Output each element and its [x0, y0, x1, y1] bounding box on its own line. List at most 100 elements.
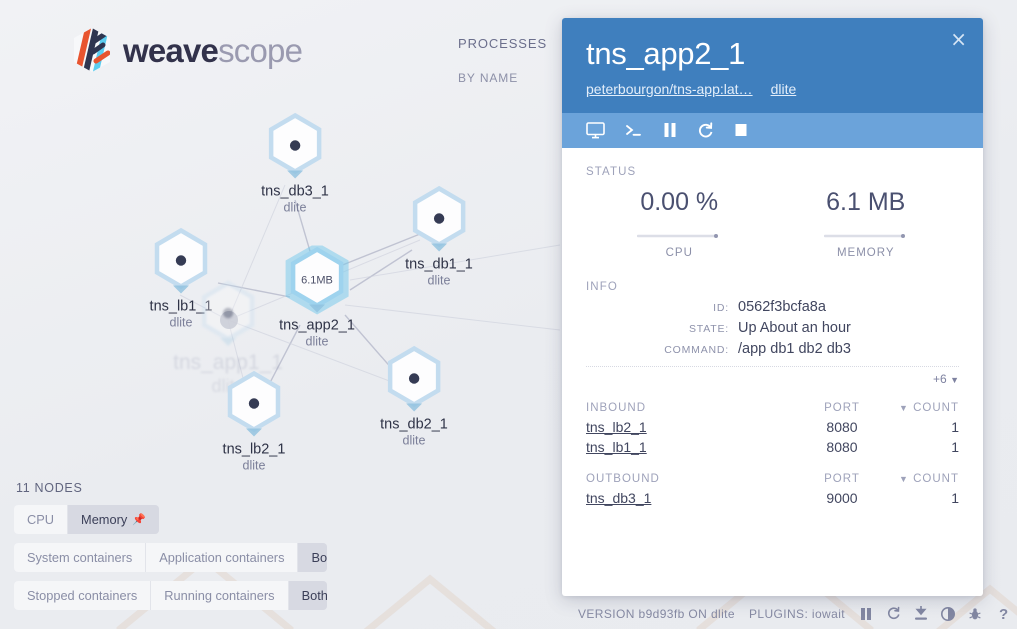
outbound-count-header[interactable]: ▼ COUNT: [881, 473, 959, 485]
bug-icon[interactable]: [968, 607, 982, 621]
inbound-link-1[interactable]: tns_lb1_1: [586, 439, 647, 455]
status-bar: VERSION b9d93fb ON dlite PLUGINS: iowait…: [578, 606, 1009, 621]
inbound-row-port-1: 8080: [826, 438, 858, 455]
version-label: VERSION b9d93fb ON dlite: [577, 606, 735, 621]
node-dot-icon: [433, 212, 445, 224]
help-icon[interactable]: ?: [995, 606, 1009, 621]
panel-link-host[interactable]: dlite: [771, 81, 797, 97]
node-hexagon[interactable]: [196, 279, 260, 349]
refresh-icon[interactable]: [886, 606, 901, 621]
metrics-row: 0.00 % CPU 6.1 MB MEMORY: [586, 188, 959, 259]
pause-icon[interactable]: [663, 122, 677, 138]
metric-button-memory-label: Memory: [81, 512, 128, 527]
graph-node-tns_lb2_1[interactable]: tns_lb2_1 dlite: [222, 370, 286, 473]
pause-icon[interactable]: [859, 607, 873, 621]
inbound-link-0[interactable]: tns_lb2_1: [586, 419, 647, 435]
inbound-row-count-1: 1: [951, 438, 959, 455]
outbound-row-name-0[interactable]: tns_db3_1: [586, 490, 803, 506]
node-sublabel: dlite: [283, 200, 307, 215]
stop-icon[interactable]: [734, 122, 748, 138]
table-row[interactable]: tns_db3_1 9000 1: [586, 488, 959, 508]
sort-caret-icon: ▼: [898, 402, 909, 413]
contrast-icon[interactable]: [941, 606, 955, 621]
inbound-port-header[interactable]: PORT: [803, 402, 881, 414]
metric-cpu-label: CPU: [665, 246, 693, 259]
panel-link-image[interactable]: peterbourgon/tns-app:lat…: [586, 81, 753, 97]
filter-running-containers[interactable]: Running containers: [151, 581, 289, 610]
inbound-table-header: INBOUND PORT ▼ COUNT: [586, 402, 959, 417]
sort-caret-icon: ▼: [898, 473, 909, 484]
app-root: weavescope PROCESSES BY NAME C B B: [0, 0, 1017, 629]
download-icon[interactable]: [914, 606, 928, 621]
pin-icon[interactable]: 📌: [132, 513, 146, 526]
node-details-panel: × tns_app2_1 peterbourgon/tns-app:lat… d…: [562, 18, 983, 596]
panel-header-links: peterbourgon/tns-app:lat… dlite: [586, 81, 959, 97]
filter-stopped-containers[interactable]: Stopped containers: [14, 581, 152, 610]
container-state-filter-group[interactable]: Stopped containers Running containers Bo…: [14, 581, 327, 610]
node-hexagon[interactable]: [263, 112, 327, 182]
metric-memory-value: 6.1 MB: [826, 187, 906, 216]
panel-toolbar: [562, 112, 983, 148]
inbound-count-header-label: COUNT: [913, 401, 959, 414]
graph-node-tns_app2_1[interactable]: 6.1MB tns_app2_1 dlite: [279, 242, 355, 349]
node-dot-icon: [408, 372, 420, 384]
outbound-count-header-label: COUNT: [913, 472, 959, 485]
info-value-state: Up About an hour: [738, 319, 851, 336]
node-dot-icon: [289, 139, 301, 151]
node-sublabel: dlite: [427, 273, 451, 288]
outbound-table-header: OUTBOUND PORT ▼ COUNT: [586, 473, 959, 488]
table-row[interactable]: tns_lb2_1 8080 1: [586, 417, 959, 437]
outbound-link-0[interactable]: tns_db3_1: [586, 490, 651, 506]
filter-container-type-both[interactable]: Both: [298, 543, 327, 572]
node-hexagon[interactable]: [222, 370, 286, 440]
plugins-label[interactable]: PLUGINS: iowait: [749, 607, 845, 621]
status-bar-icons: ?: [859, 606, 1009, 621]
metric-button-cpu[interactable]: CPU: [14, 505, 69, 534]
graph-node-tns_db1_1[interactable]: tns_db1_1 dlite: [405, 185, 473, 288]
info-row-id: ID: 0562f3bcfa8a: [586, 299, 959, 315]
node-label: tns_db1_1: [405, 256, 473, 273]
metric-button-memory[interactable]: Memory 📌: [68, 505, 159, 534]
chevron-down-icon: ▼: [950, 374, 959, 385]
graph-node-tns_db3_1[interactable]: tns_db3_1 dlite: [261, 112, 329, 215]
metric-selector-group[interactable]: CPU Memory 📌: [14, 505, 159, 534]
monitor-icon[interactable]: [586, 121, 605, 139]
inbound-row-name-1[interactable]: tns_lb1_1: [586, 439, 803, 455]
container-type-filter-group[interactable]: System containers Application containers…: [14, 543, 327, 572]
node-label: tns_db3_1: [261, 183, 329, 200]
graph-node-tns_db2_1[interactable]: tns_db2_1 dlite: [380, 345, 448, 448]
info-key-state: STATE:: [689, 322, 729, 335]
outbound-row-port-0: 9000: [826, 489, 858, 506]
node-dot-icon: [248, 397, 260, 409]
node-hexagon[interactable]: [382, 345, 446, 415]
metric-memory-label: MEMORY: [836, 246, 895, 259]
node-sublabel: dlite: [305, 334, 329, 349]
node-hexagon[interactable]: 6.1MB: [285, 242, 349, 316]
graph-controls: 11 NODES CPU Memory 📌 System containers A…: [14, 481, 344, 619]
info-show-more-toggle[interactable]: +6 ▼: [586, 365, 959, 386]
node-label: tns_db2_1: [380, 416, 448, 433]
info-value-id: 0562f3bcfa8a: [738, 298, 826, 315]
inbound-count-header[interactable]: ▼ COUNT: [881, 402, 959, 414]
node-label: tns_lb2_1: [222, 441, 286, 458]
inbound-title: INBOUND: [586, 401, 647, 414]
cpu-sparkline: [637, 233, 719, 238]
close-icon[interactable]: ×: [950, 29, 967, 49]
node-label: tns_app2_1: [279, 317, 355, 334]
node-hexagon[interactable]: [407, 185, 471, 255]
filter-application-containers[interactable]: Application containers: [146, 543, 299, 572]
node-sublabel: dlite: [242, 458, 266, 473]
panel-title: tns_app2_1: [586, 36, 746, 71]
node-sublabel: dlite: [402, 433, 426, 448]
outbound-port-header[interactable]: PORT: [803, 473, 881, 485]
inbound-row-name-0[interactable]: tns_lb2_1: [586, 419, 803, 435]
table-row[interactable]: tns_lb1_1 8080 1: [586, 437, 959, 457]
filter-system-containers[interactable]: System containers: [14, 543, 147, 572]
terminal-icon[interactable]: [625, 122, 643, 138]
node-count-label: 11 NODES: [16, 481, 83, 495]
inbound-row-port-0: 8080: [826, 418, 858, 435]
metric-button-cpu-label: CPU: [27, 512, 55, 527]
filter-container-state-both[interactable]: Both: [288, 581, 327, 610]
restart-icon[interactable]: [697, 122, 714, 139]
metric-cpu: 0.00 % CPU: [586, 188, 773, 259]
